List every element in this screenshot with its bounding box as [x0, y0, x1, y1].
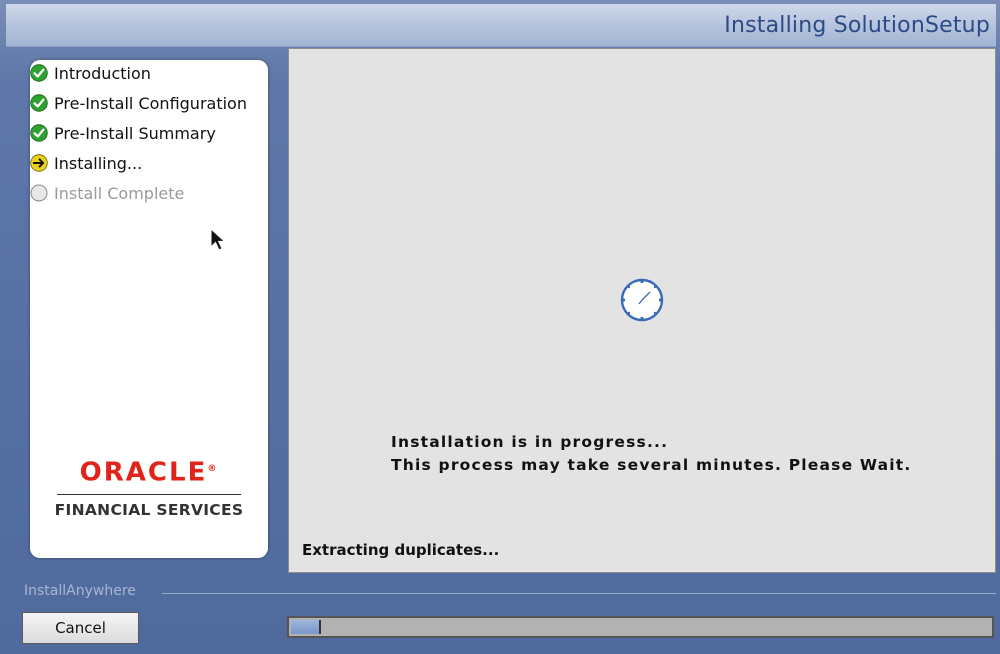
cancel-button[interactable]: Cancel	[22, 612, 139, 644]
logo-divider	[57, 493, 241, 495]
step-label: Install Complete	[54, 183, 185, 203]
step-pre-install-summary: Pre-Install Summary	[30, 122, 216, 144]
oracle-logo: ORACLE® FINANCIAL SERVICES	[30, 454, 268, 519]
vendor-label: InstallAnywhere	[24, 583, 136, 599]
steps-panel: Introduction Pre-Install Configuration P…	[30, 60, 268, 558]
clock-icon	[620, 278, 664, 322]
main-content-panel: Installation is in progress... This proc…	[288, 48, 996, 573]
vendor-divider	[162, 593, 996, 594]
status-text: Extracting duplicates...	[302, 541, 500, 559]
title-bar: Installing SolutionSetup	[6, 4, 996, 47]
empty-circle-icon	[30, 184, 48, 202]
progress-fill	[291, 620, 321, 634]
step-installing: Installing...	[30, 152, 142, 174]
step-label: Introduction	[54, 63, 151, 83]
installer-window: Installing SolutionSetup Introduction Pr…	[0, 0, 1000, 654]
arrow-circle-icon	[30, 154, 48, 172]
step-pre-install-configuration: Pre-Install Configuration	[30, 92, 247, 114]
step-introduction: Introduction	[30, 62, 151, 84]
check-circle-icon	[30, 64, 48, 82]
check-circle-icon	[30, 94, 48, 112]
step-label: Pre-Install Configuration	[54, 93, 247, 113]
mouse-cursor-icon	[210, 228, 226, 251]
progress-message-line2: This process may take several minutes. P…	[391, 456, 912, 474]
step-label: Pre-Install Summary	[54, 123, 216, 143]
progress-message-line1: Installation is in progress...	[391, 433, 669, 451]
step-install-complete: Install Complete	[30, 182, 184, 204]
window-title: Installing SolutionSetup	[724, 13, 990, 38]
logo-division: FINANCIAL SERVICES	[54, 500, 244, 519]
check-circle-icon	[30, 124, 48, 142]
oracle-wordmark: ORACLE®	[79, 457, 219, 488]
install-progress-bar	[287, 616, 994, 638]
step-label: Installing...	[54, 153, 143, 173]
progress-message: Installation is in progress... This proc…	[391, 431, 912, 477]
